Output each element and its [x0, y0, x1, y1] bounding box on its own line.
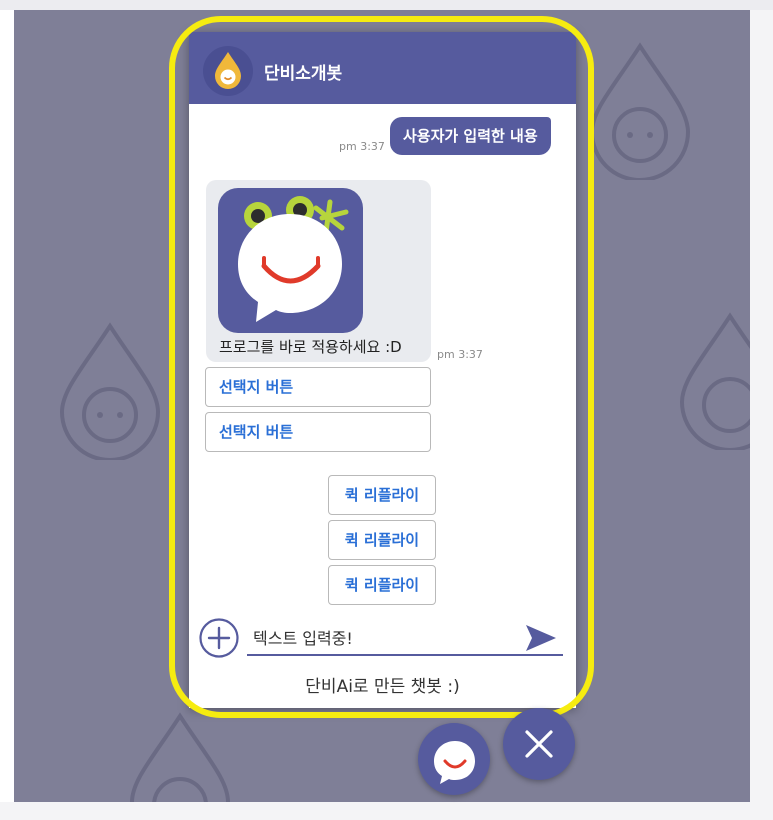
close-icon — [525, 730, 553, 758]
chat-smile-icon — [434, 741, 475, 784]
highlight-outline — [169, 16, 594, 718]
chat-launcher-button[interactable] — [418, 723, 490, 795]
drop-watermark-icon — [129, 712, 231, 802]
right-strip — [750, 10, 773, 802]
drop-watermark-icon — [589, 42, 691, 180]
top-bar — [0, 0, 773, 10]
bottom-strip — [0, 802, 773, 820]
drop-watermark-icon — [679, 312, 750, 450]
drop-watermark-icon — [59, 322, 161, 460]
close-button[interactable] — [503, 708, 575, 780]
